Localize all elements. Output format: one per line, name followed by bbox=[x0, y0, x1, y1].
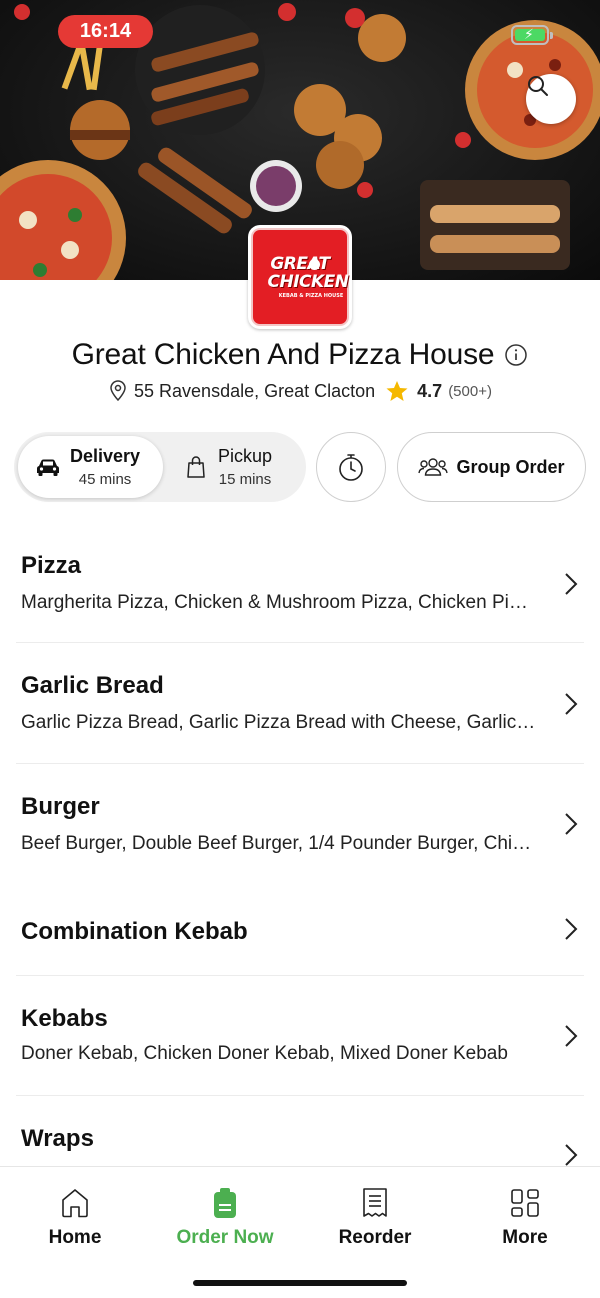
rating-count: (500+) bbox=[448, 382, 492, 400]
logo-chicken-icon bbox=[309, 259, 320, 270]
group-order-button[interactable]: Group Order bbox=[397, 432, 586, 502]
shopping-bag-icon bbox=[187, 456, 205, 478]
restaurant-name-row: Great Chicken And Pizza House bbox=[0, 338, 600, 372]
location-pin-icon bbox=[110, 380, 126, 402]
category-description: Garlic Pizza Bread, Garlic Pizza Bread w… bbox=[21, 712, 536, 733]
chevron-right-icon bbox=[565, 1025, 578, 1047]
tab-label: More bbox=[502, 1227, 548, 1248]
chevron-right-icon bbox=[565, 1144, 578, 1166]
category-description: Margherita Pizza, Chicken & Mushroom Piz… bbox=[21, 592, 536, 613]
divider bbox=[16, 642, 584, 643]
receipt-icon bbox=[363, 1188, 387, 1217]
restaurant-name: Great Chicken And Pizza House bbox=[71, 338, 495, 371]
logo-text-line3: KEBAB & PIZZA HOUSE bbox=[278, 293, 344, 299]
logo-text-line2: CHICKEN bbox=[267, 272, 349, 292]
divider bbox=[16, 1095, 584, 1096]
restaurant-meta: 55 Ravensdale, Great Clacton 4.7 (500+) bbox=[0, 380, 600, 402]
tab-home[interactable]: Home bbox=[0, 1187, 150, 1249]
category-title: Pizza bbox=[21, 552, 82, 579]
category-description: Beef Burger, Double Beef Burger, 1/4 Pou… bbox=[21, 833, 536, 854]
chevron-right-icon bbox=[565, 693, 578, 715]
tab-reorder[interactable]: Reorder bbox=[300, 1187, 450, 1249]
tab-order-now[interactable]: Order Now bbox=[150, 1187, 300, 1249]
category-description: Doner Kebab, Chicken Doner Kebab, Mixed … bbox=[21, 1043, 508, 1064]
order-bag-icon bbox=[214, 1188, 236, 1218]
grid-icon bbox=[511, 1189, 539, 1217]
pickup-time: 15 mins bbox=[218, 471, 272, 488]
home-indicator bbox=[193, 1280, 407, 1286]
order-mode-toggle: Delivery 45 mins Pickup 15 mins bbox=[14, 432, 306, 502]
search-button[interactable] bbox=[526, 74, 576, 124]
chevron-right-icon bbox=[565, 573, 578, 595]
rating-value: 4.7 bbox=[417, 380, 443, 401]
divider bbox=[16, 763, 584, 764]
tab-label: Reorder bbox=[338, 1227, 412, 1248]
stopwatch-icon bbox=[339, 454, 363, 481]
menu-category-wraps[interactable]: Wraps bbox=[0, 1113, 600, 1166]
chevron-right-icon bbox=[565, 918, 578, 940]
category-title: Burger bbox=[21, 793, 100, 820]
group-order-label: Group Order bbox=[456, 456, 565, 477]
delivery-option[interactable]: Delivery 45 mins bbox=[18, 436, 163, 498]
category-title: Kebabs bbox=[21, 1005, 108, 1032]
delivery-label: Delivery bbox=[70, 446, 141, 466]
category-title: Combination Kebab bbox=[21, 918, 248, 945]
divider bbox=[16, 975, 584, 976]
category-title: Wraps bbox=[21, 1125, 94, 1152]
restaurant-logo: GREAT CHICKEN KEBAB & PIZZA HOUSE bbox=[248, 225, 352, 329]
status-time: 16:14 bbox=[58, 15, 153, 48]
menu-category-kebabs[interactable]: Kebabs Doner Kebab, Chicken Doner Kebab,… bbox=[0, 993, 600, 1096]
tab-more[interactable]: More bbox=[450, 1187, 600, 1249]
chevron-right-icon bbox=[565, 813, 578, 835]
info-icon[interactable] bbox=[504, 343, 528, 367]
category-title: Garlic Bread bbox=[21, 672, 164, 699]
tab-label: Order Now bbox=[176, 1227, 274, 1248]
menu-category-garlic-bread[interactable]: Garlic Bread Garlic Pizza Bread, Garlic … bbox=[0, 660, 600, 763]
car-icon bbox=[37, 459, 59, 476]
delivery-time: 45 mins bbox=[78, 471, 132, 488]
restaurant-address: 55 Ravensdale, Great Clacton bbox=[134, 380, 376, 401]
group-people-icon bbox=[418, 458, 449, 476]
tab-label: Home bbox=[48, 1227, 102, 1248]
battery-icon: ⚡ bbox=[511, 25, 553, 45]
star-icon bbox=[386, 381, 408, 401]
logo-text-line1: GREAT bbox=[270, 254, 330, 274]
menu-category-combination-kebab[interactable]: Combination Kebab bbox=[0, 900, 600, 975]
pickup-option[interactable]: Pickup 15 mins bbox=[182, 436, 302, 498]
pickup-label: Pickup bbox=[218, 446, 273, 466]
search-icon bbox=[528, 76, 548, 96]
bottom-tab-bar: Home Order Now Reorder More bbox=[0, 1166, 600, 1298]
schedule-button[interactable] bbox=[316, 432, 386, 502]
menu-category-burger[interactable]: Burger Beef Burger, Double Beef Burger, … bbox=[0, 781, 600, 884]
menu-category-pizza[interactable]: Pizza Margherita Pizza, Chicken & Mushro… bbox=[0, 540, 600, 643]
home-icon bbox=[62, 1189, 88, 1218]
